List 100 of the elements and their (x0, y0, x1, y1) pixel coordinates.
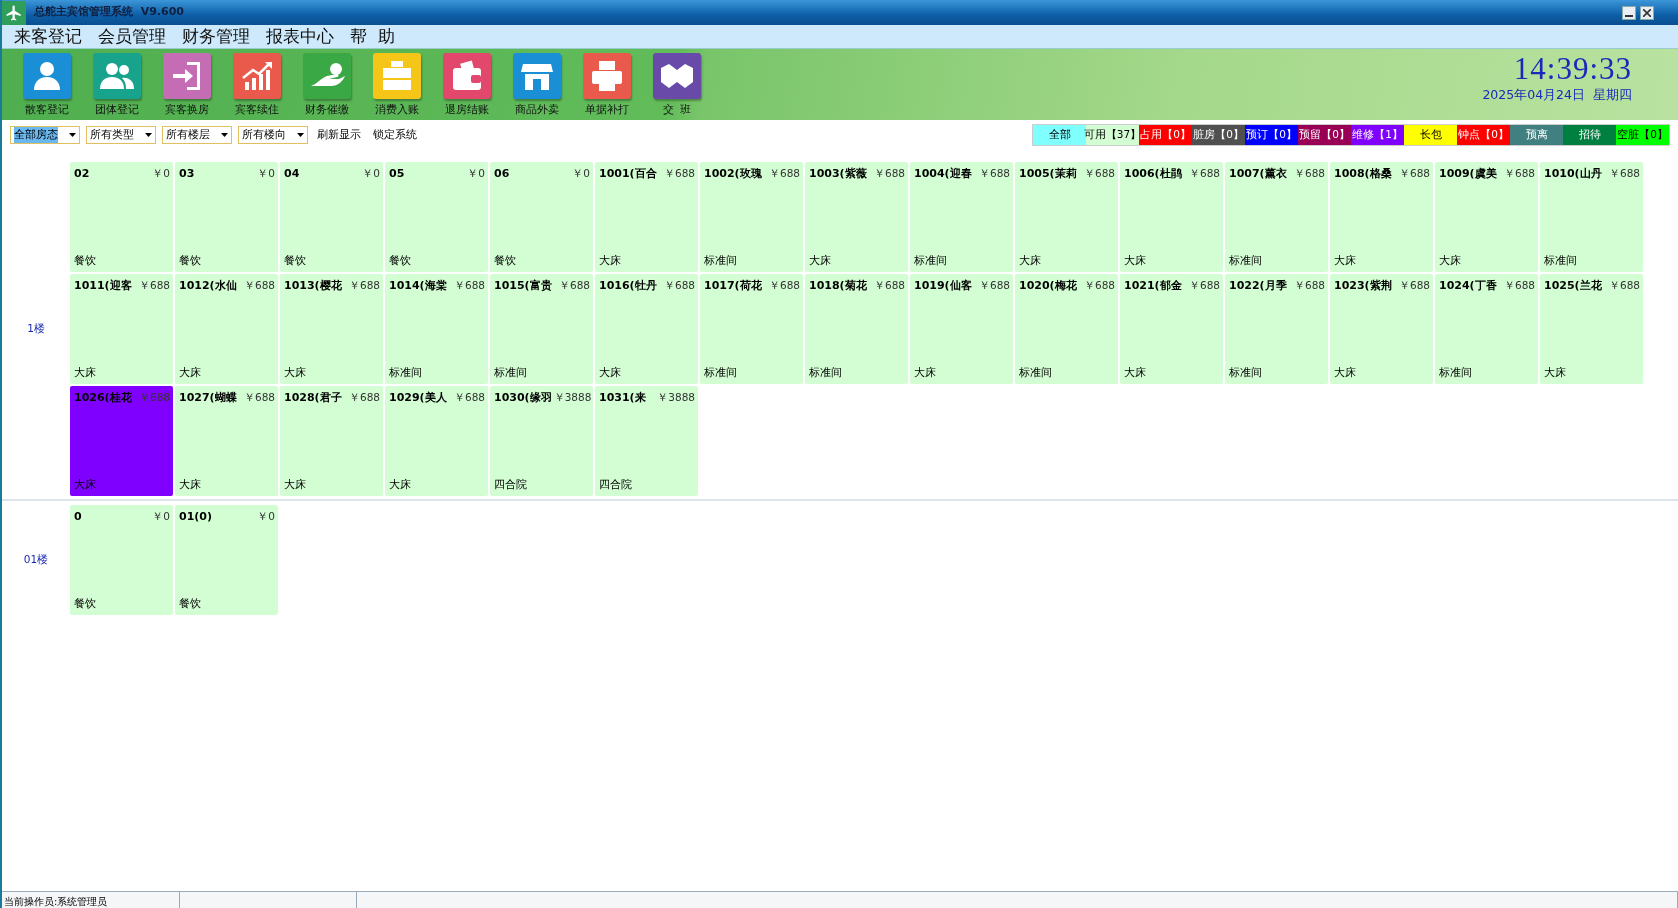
room-tile[interactable]: 1019(仙客 ￥688 大床 (910, 274, 1013, 384)
operator-status: 当前操作员:系统管理员 (2, 892, 180, 908)
room-tile[interactable]: 1001(百合 ￥688 大床 (595, 162, 698, 272)
room-number: 02 (74, 166, 90, 182)
room-tile[interactable]: 1010(山丹 ￥688 标准间 (1540, 162, 1643, 272)
room-type: 餐饮 (74, 252, 97, 269)
room-tile[interactable]: 1008(格桑 ￥688 大床 (1330, 162, 1433, 272)
room-type: 标准间 (389, 364, 423, 381)
room-tile[interactable]: 1018(菊花 ￥688 标准间 (805, 274, 908, 384)
status-filter-button[interactable]: 可用【37】 (1086, 125, 1139, 145)
room-tile[interactable]: 1025(兰花 ￥688 大床 (1540, 274, 1643, 384)
room-price: ￥688 (1398, 166, 1430, 181)
status-filter-button[interactable]: 空脏【0】 (1616, 125, 1669, 145)
room-type: 大床 (179, 364, 202, 381)
toolbar-link[interactable]: 刷新显示 (314, 127, 364, 143)
status-filter-button[interactable]: 预订【0】 (1245, 125, 1298, 145)
room-tile[interactable]: 1021(郁金 ￥688 大床 (1120, 274, 1223, 384)
room-price: ￥688 (873, 278, 905, 293)
status-filter-button[interactable]: 脏房【0】 (1192, 125, 1245, 145)
room-type: 大床 (914, 364, 937, 381)
room-tile[interactable]: 1029(美人 ￥688 大床 (385, 386, 488, 496)
room-number: 0 (74, 509, 82, 525)
room-tile[interactable]: 01(0) ￥0 餐饮 (175, 505, 278, 615)
room-tile[interactable]: 1028(君子 ￥688 大床 (280, 386, 383, 496)
status-filter-button[interactable]: 占用【0】 (1139, 125, 1192, 145)
status-filter-button[interactable]: 钟点【0】 (1457, 125, 1510, 145)
room-tile[interactable]: 06 ￥0 餐饮 (490, 162, 593, 272)
room-tile[interactable]: 1009(虞美 ￥688 大床 (1435, 162, 1538, 272)
room-type: 大床 (599, 252, 622, 269)
room-tile[interactable]: 1016(牡丹 ￥688 大床 (595, 274, 698, 384)
room-tile[interactable]: 1013(樱花 ￥688 大床 (280, 274, 383, 384)
room-price: ￥0 (362, 166, 380, 181)
room-tile[interactable]: 1012(水仙 ￥688 大床 (175, 274, 278, 384)
room-tile[interactable]: 1007(薰衣 ￥688 标准间 (1225, 162, 1328, 272)
room-price: ￥688 (1188, 278, 1220, 293)
room-tile[interactable]: 1002(玫瑰 ￥688 标准间 (700, 162, 803, 272)
status-filter-button[interactable]: 预离 (1510, 125, 1563, 145)
room-tile[interactable]: 03 ￥0 餐饮 (175, 162, 278, 272)
status-filter-button[interactable]: 长包 (1404, 125, 1457, 145)
room-type: 四合院 (494, 476, 528, 493)
status-filter-button[interactable]: 招待 (1563, 125, 1616, 145)
room-price: ￥688 (663, 278, 695, 293)
date-text: 2025年04月24日 (1482, 85, 1585, 104)
filter-dropdown[interactable]: 所有类型 (86, 126, 156, 144)
room-price: ￥688 (243, 390, 275, 405)
room-number: 1011(迎客 (74, 278, 132, 294)
room-price: ￥688 (138, 278, 170, 293)
caret-icon (221, 133, 228, 137)
room-tile[interactable]: 1024(丁香 ￥688 标准间 (1435, 274, 1538, 384)
room-number: 05 (389, 166, 405, 182)
room-tile[interactable]: 1004(迎春 ￥688 标准间 (910, 162, 1013, 272)
room-number: 1009(虞美 (1439, 166, 1497, 182)
room-number: 1008(格桑 (1334, 166, 1392, 182)
room-tile[interactable]: 1011(迎客 ￥688 大床 (70, 274, 173, 384)
room-tile[interactable]: 1014(海棠 ￥688 标准间 (385, 274, 488, 384)
status-filter-button[interactable]: 预留【0】 (1298, 125, 1351, 145)
room-number: 1021(郁金 (1124, 278, 1182, 294)
room-number: 1012(水仙 (179, 278, 237, 294)
room-price: ￥688 (1293, 166, 1325, 181)
room-tile[interactable]: 1017(荷花 ￥688 标准间 (700, 274, 803, 384)
menu-item[interactable]: 报表中心 (266, 28, 334, 45)
room-tile[interactable]: 1023(紫荆 ￥688 大床 (1330, 274, 1433, 384)
room-number: 1024(丁香 (1439, 278, 1497, 294)
room-tile[interactable]: 1022(月季 ￥688 标准间 (1225, 274, 1328, 384)
filter-dropdown[interactable]: 全部房态 (10, 126, 80, 144)
room-number: 01(0) (179, 509, 213, 525)
room-type: 标准间 (704, 364, 738, 381)
room-type: 大床 (1544, 364, 1567, 381)
room-type: 标准间 (1229, 252, 1263, 269)
room-number: 1002(玫瑰 (704, 166, 762, 182)
room-tile[interactable]: 1003(紫薇 ￥688 大床 (805, 162, 908, 272)
room-type: 大床 (74, 476, 97, 493)
filter-dropdown[interactable]: 所有楼层 (162, 126, 232, 144)
menu-item[interactable]: 来客登记 (14, 28, 82, 45)
status-filter-button[interactable]: 维修【1】 (1351, 125, 1404, 145)
minimize-icon[interactable] (1622, 5, 1636, 20)
room-number: 1020(梅花 (1019, 278, 1077, 294)
room-tile[interactable]: 05 ￥0 餐饮 (385, 162, 488, 272)
room-tile[interactable]: 1020(梅花 ￥688 标准间 (1015, 274, 1118, 384)
room-tile[interactable]: 1027(蝴蝶 ￥688 大床 (175, 386, 278, 496)
caret-icon (69, 133, 76, 137)
toolbar-link[interactable]: 锁定系统 (370, 127, 420, 143)
room-tile[interactable]: 02 ￥0 餐饮 (70, 162, 173, 272)
room-type: 大床 (599, 364, 622, 381)
menu-item[interactable]: 财务管理 (182, 28, 250, 45)
room-tile[interactable]: 1030(缘羽 ￥3888 四合院 (490, 386, 593, 496)
room-type: 餐饮 (74, 595, 97, 612)
room-tile[interactable]: 1006(杜鹃 ￥688 大床 (1120, 162, 1223, 272)
menu-item[interactable]: 帮 助 (350, 28, 395, 45)
room-price: ￥688 (1608, 278, 1640, 293)
room-tile[interactable]: 1031(来 ￥3888 四合院 (595, 386, 698, 496)
room-tile[interactable]: 04 ￥0 餐饮 (280, 162, 383, 272)
room-type: 标准间 (1229, 364, 1263, 381)
menu-item[interactable]: 会员管理 (98, 28, 166, 45)
room-tile[interactable]: 1015(富贵 ￥688 标准间 (490, 274, 593, 384)
room-tile[interactable]: 1005(茉莉 ￥688 大床 (1015, 162, 1118, 272)
room-tile[interactable]: 0 ￥0 餐饮 (70, 505, 173, 615)
filter-dropdown[interactable]: 所有楼向 (238, 126, 308, 144)
room-price: ￥688 (453, 390, 485, 405)
close-icon[interactable] (1640, 5, 1654, 20)
